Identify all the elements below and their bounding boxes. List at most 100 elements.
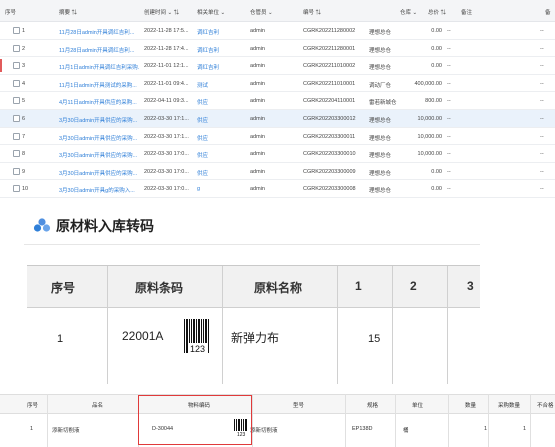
dt-header-seq: 序号 bbox=[27, 403, 39, 409]
row-summary-link[interactable]: 3月30日admin开具供应的采购... bbox=[59, 116, 137, 124]
material-detail-table: 序号 品名 物料编码 型号 规格 单位 数量 采购数量 不合格 1 添新切削液 … bbox=[0, 394, 555, 447]
row-checkbox[interactable] bbox=[13, 167, 20, 175]
row-summary-link[interactable]: 11月28日admin开具调红吉利... bbox=[59, 46, 134, 54]
row-extra: -- bbox=[540, 45, 544, 52]
divider bbox=[488, 394, 489, 447]
header-unit[interactable]: 相关单位 ⌄ bbox=[197, 8, 225, 16]
row-unit-link[interactable]: g bbox=[197, 186, 200, 192]
row-total: 0.00 bbox=[431, 63, 442, 70]
row-checkbox[interactable] bbox=[13, 27, 20, 34]
row-checkbox[interactable] bbox=[13, 150, 20, 158]
header-seq[interactable]: 序号 bbox=[5, 8, 16, 16]
row-total: 0.00 bbox=[431, 45, 442, 52]
dt-header-unit: 单位 bbox=[412, 403, 424, 409]
row-seq: 1 bbox=[22, 28, 26, 34]
table-row[interactable]: 4 11月1日admin开具测试的采购... 2022-11-01 09:4... 测… bbox=[0, 75, 555, 93]
row-remark: -- bbox=[447, 63, 451, 70]
row-summary-link[interactable]: 11月1日admin开具测试的采购... bbox=[59, 81, 137, 89]
row-unit-link[interactable]: 测试 bbox=[197, 81, 208, 89]
row-storekeeper: admin bbox=[250, 63, 265, 70]
row-warehouse: 理想总仓 bbox=[369, 47, 392, 54]
bt-header-3: 3 bbox=[467, 279, 474, 293]
row-number: CGRK202203300008 bbox=[303, 186, 356, 193]
row-checkbox[interactable] bbox=[13, 97, 20, 105]
row-summary-link[interactable]: 3月30日admin开具供应的采购... bbox=[59, 151, 137, 159]
row-remark: -- bbox=[447, 186, 451, 193]
table-row[interactable]: 5 4月11日admin开具供应的采购... 2022-04-11 09:3... 供… bbox=[0, 92, 555, 110]
dt-cell-unit: 桶 bbox=[403, 428, 409, 434]
row-number: CGRK202211280001 bbox=[303, 45, 356, 52]
row-remark: -- bbox=[447, 116, 451, 122]
row-extra: -- bbox=[540, 151, 544, 158]
row-checkbox[interactable] bbox=[13, 62, 20, 70]
row-storekeeper: admin bbox=[250, 45, 265, 52]
row-checkbox[interactable] bbox=[13, 132, 20, 140]
row-remark: -- bbox=[447, 80, 451, 87]
table-row[interactable]: 2 11月28日admin开具调红吉利... 2022-11-28 17:4... 调… bbox=[0, 40, 555, 58]
section-divider bbox=[24, 244, 480, 245]
header-number[interactable]: 编号 ⇅ bbox=[303, 8, 321, 16]
row-created: 2022-03-30 17:1... bbox=[144, 133, 189, 140]
row-number: CGRK202203300010 bbox=[303, 151, 356, 158]
row-summary-link[interactable]: 3月30日admin开具供应的采购... bbox=[59, 169, 137, 177]
header-total[interactable]: 总价 ⇅ bbox=[428, 8, 446, 16]
row-unit-link[interactable]: 供应 bbox=[197, 169, 208, 177]
row-summary-link[interactable]: 3月30日admin开具g的采购入... bbox=[59, 186, 135, 194]
row-warehouse: 调动厂仓 bbox=[369, 82, 392, 89]
table-row[interactable]: 9 3月30日admin开具供应的采购... 2022-03-30 17:0... 供… bbox=[0, 163, 555, 181]
table-row[interactable]: 3 11月1日admin开具调红吉利采购... 2022-11-01 12:1...… bbox=[0, 57, 555, 75]
divider bbox=[392, 266, 393, 384]
header-warehouse[interactable]: 仓库 ⌄ bbox=[400, 8, 417, 16]
dt-cell-name: 添新切削液 bbox=[52, 428, 80, 434]
row-remark: -- bbox=[447, 28, 451, 34]
row-total: 0.00 bbox=[431, 168, 442, 175]
table-row[interactable]: 8 3月30日admin开具供应的采购... 2022-03-30 17:0... 供… bbox=[0, 145, 555, 163]
row-checkbox[interactable] bbox=[13, 44, 20, 52]
header-remark[interactable]: 备注 bbox=[461, 8, 472, 16]
row-unit-link[interactable]: 供应 bbox=[197, 116, 208, 124]
header-summary[interactable]: 摘要 ⇅ bbox=[59, 8, 77, 16]
row-checkbox[interactable] bbox=[13, 79, 20, 87]
divider bbox=[530, 394, 531, 447]
row-created: 2022-04-11 09:3... bbox=[144, 98, 189, 105]
bt-header-1: 1 bbox=[355, 279, 362, 293]
row-unit-link[interactable]: 供应 bbox=[197, 151, 208, 159]
table-row[interactable]: 1 11月28日admin开具调红吉利... 2022-11-28 17:5... 调… bbox=[0, 22, 555, 40]
row-seq: 9 bbox=[22, 168, 26, 175]
row-summary-link[interactable]: 11月1日admin开具调红吉利采购... bbox=[59, 63, 139, 71]
row-seq: 2 bbox=[22, 45, 26, 52]
row-created: 2022-11-28 17:4... bbox=[144, 45, 189, 52]
header-extra[interactable]: 备 bbox=[545, 8, 551, 16]
row-unit-link[interactable]: 供应 bbox=[197, 98, 208, 106]
row-total: 10,000.00 bbox=[417, 133, 442, 140]
dt-cell-spec: EP138D bbox=[352, 426, 373, 432]
row-summary-link[interactable]: 3月30日admin开具供应的采购... bbox=[59, 134, 137, 142]
row-unit-link[interactable]: 供应 bbox=[197, 134, 208, 142]
row-checkbox[interactable] bbox=[13, 115, 20, 122]
dt-header-qty: 数量 bbox=[465, 403, 477, 409]
row-remark: -- bbox=[447, 133, 451, 140]
divider bbox=[395, 394, 396, 447]
row-seq: 7 bbox=[22, 133, 26, 140]
header-created[interactable]: 创建时间 ⌄ ⇅ bbox=[144, 8, 179, 16]
table-row[interactable]: 6 3月30日admin开具供应的采购... 2022-03-30 17:1... 供… bbox=[0, 110, 555, 128]
row-unit-link[interactable]: 调红吉利 bbox=[197, 63, 219, 71]
row-seq: 3 bbox=[22, 63, 26, 70]
row-seq: 8 bbox=[22, 151, 26, 158]
barcode-table: 序号 原料条码 原料名称 1 2 3 1 22001A 123 新弹力布 15 bbox=[27, 265, 480, 384]
table-row[interactable]: 7 3月30日admin开具供应的采购... 2022-03-30 17:1... 供… bbox=[0, 128, 555, 146]
row-summary-link[interactable]: 11月28日admin开具调红吉利... bbox=[59, 28, 134, 36]
row-summary-link[interactable]: 4月11日admin开具供应的采购... bbox=[59, 98, 137, 106]
header-storekeeper[interactable]: 仓管员 ⌄ bbox=[250, 8, 273, 16]
table-row[interactable]: 10 3月30日admin开具g的采购入... 2022-03-30 17:0...… bbox=[0, 180, 555, 198]
row-created: 2022-11-01 09:4... bbox=[144, 80, 189, 87]
row-storekeeper: admin bbox=[250, 28, 265, 34]
row-checkbox[interactable] bbox=[13, 185, 20, 193]
row-unit-link[interactable]: 调红吉利 bbox=[197, 46, 219, 54]
row-unit-link[interactable]: 调红吉利 bbox=[197, 28, 219, 36]
row-extra: -- bbox=[540, 168, 544, 175]
row-remark: -- bbox=[447, 98, 451, 105]
row-total: 800.00 bbox=[425, 98, 442, 105]
bt-header-name: 原料名称 bbox=[254, 281, 303, 295]
row-total: 10,000.00 bbox=[417, 116, 442, 122]
